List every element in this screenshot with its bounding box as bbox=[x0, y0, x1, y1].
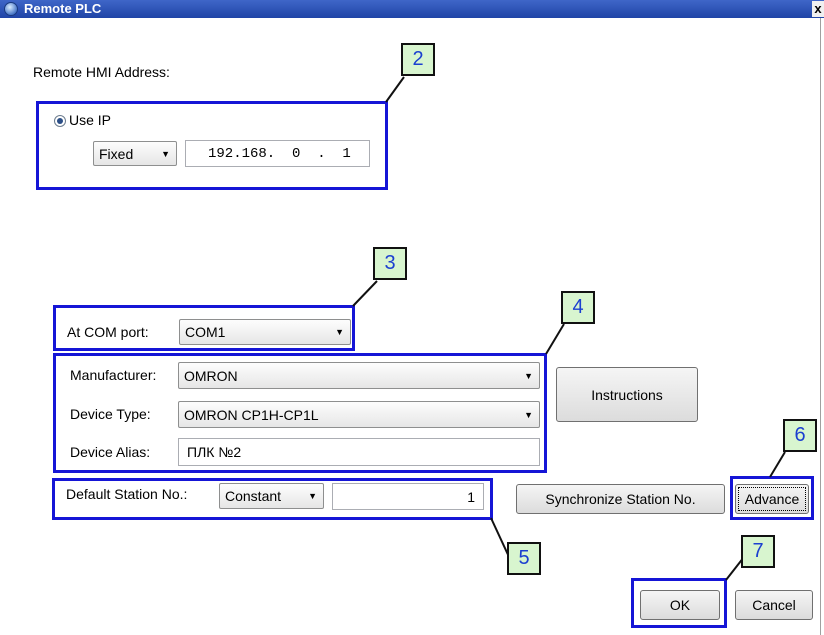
callout-badge-4: 4 bbox=[561, 291, 595, 324]
callout-badge-6: 6 bbox=[783, 419, 817, 452]
callout-badge-3: 3 bbox=[373, 247, 407, 280]
leader-line-4 bbox=[545, 323, 565, 355]
callout-badge-7: 7 bbox=[741, 535, 775, 568]
callout-badge-5: 5 bbox=[507, 542, 541, 575]
leader-line-6 bbox=[769, 451, 786, 478]
callout-leaders bbox=[352, 76, 786, 581]
callout-badge-2: 2 bbox=[401, 43, 435, 76]
leader-line-3 bbox=[352, 280, 378, 307]
leader-line-2 bbox=[385, 76, 405, 103]
